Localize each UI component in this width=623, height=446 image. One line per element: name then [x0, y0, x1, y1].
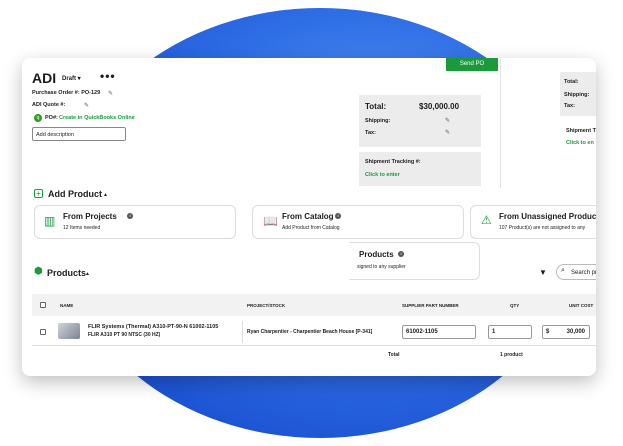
select-all-checkbox[interactable]: [40, 302, 46, 308]
qty-input[interactable]: 1: [488, 325, 532, 339]
unassigned-products-overlay[interactable]: Products i signed to any supplier: [349, 242, 480, 280]
tile-title: Products: [359, 250, 394, 259]
status-dropdown[interactable]: Draft ▾: [62, 75, 81, 82]
column-header-qty: QTY: [510, 303, 520, 308]
column-header-unit-cost: UNIT COST: [569, 303, 594, 308]
products-title: Products: [47, 268, 87, 278]
shipping-label: Shipping:: [564, 92, 590, 98]
tax-label: Tax:: [365, 130, 376, 136]
create-in-quickbooks-link[interactable]: Create in QuickBooks Online: [59, 115, 135, 121]
column-header-name: NAME: [60, 303, 74, 308]
pencil-icon[interactable]: ✎: [84, 102, 89, 109]
divider: [500, 58, 501, 188]
chevron-up-icon[interactable]: ▲: [103, 192, 108, 198]
search-icon: ⌕: [561, 267, 565, 274]
shipment-tracking-panel-secondary: Shipment T Click to en: [560, 124, 596, 154]
tile-title: From Unassigned Products: [499, 212, 596, 221]
totals-panel: Total: $30,000.00 Shipping: ✎ Tax: ✎: [359, 95, 481, 147]
purchase-order-card: ADI Draft ▾ ••• Purchase Order #: PO-129…: [22, 58, 596, 376]
totals-panel-secondary: Total: Shipping: Tax:: [560, 72, 596, 116]
tile-subtitle: Add Product from Catalog: [282, 225, 340, 231]
total-label: Total:: [564, 79, 579, 85]
cube-icon: ⬢: [34, 266, 43, 277]
po-label: PO#:: [45, 115, 58, 121]
divider: [32, 345, 596, 346]
warning-icon: ⚠: [481, 213, 492, 227]
shipping-label: Shipping:: [365, 118, 391, 124]
total-value: $30,000.00: [419, 102, 460, 111]
book-icon: 📖: [263, 214, 278, 228]
shipment-tracking-panel: Shipment Tracking #: Click to enter: [359, 152, 481, 186]
pencil-icon[interactable]: ✎: [445, 129, 450, 136]
footer-total-label: Total: [388, 352, 400, 358]
divider: [242, 321, 243, 343]
tax-label: Tax:: [564, 103, 575, 109]
currency-symbol: $: [546, 329, 550, 335]
briefcase-icon: ▥: [44, 214, 56, 228]
pencil-icon[interactable]: ✎: [108, 90, 113, 97]
info-icon[interactable]: i: [398, 251, 404, 257]
quickbooks-icon: q: [34, 114, 42, 122]
plus-icon: +: [34, 189, 43, 198]
product-image: [58, 323, 80, 339]
page-title: ADI: [32, 70, 57, 86]
tile-from-unassigned-products[interactable]: ⚠ From Unassigned Products 107 Product(s…: [470, 205, 596, 239]
product-description: FLIR A310 PT 90 NTSC (30 HZ): [88, 332, 161, 338]
supplier-part-number-input[interactable]: 61002-1105: [402, 325, 476, 339]
description-input[interactable]: Add description: [32, 127, 126, 141]
project-stock: Ryan Charpentier - Charpentier Beach Hou…: [247, 329, 373, 335]
tile-title: From Projects: [63, 212, 117, 221]
chevron-up-icon[interactable]: ▲: [85, 271, 90, 277]
product-name[interactable]: FLIR Systems (Thermal) A310-PT-90-N 6100…: [88, 324, 218, 330]
tile-from-projects[interactable]: ▥ From Projects i 12 Items needed: [34, 205, 236, 239]
filter-icon[interactable]: ▼: [539, 268, 547, 277]
tile-subtitle: signed to any supplier: [357, 264, 406, 270]
info-icon[interactable]: i: [127, 213, 133, 219]
shipment-tracking-link[interactable]: Click to en: [566, 140, 594, 146]
more-options-icon[interactable]: •••: [100, 69, 116, 83]
column-header-part-number: SUPPLIER PART NUMBER: [402, 303, 459, 308]
tile-subtitle: 12 Items needed: [63, 225, 101, 231]
shipment-tracking-link[interactable]: Click to enter: [365, 172, 400, 178]
info-icon[interactable]: i: [335, 213, 341, 219]
tile-subtitle: 107 Product(s) are not assigned to any: [499, 225, 586, 231]
purchase-order-number: Purchase Order #: PO-129: [32, 90, 101, 96]
shipment-tracking-label: Shipment T: [566, 128, 596, 134]
adi-quote-label: ADI Quote #:: [32, 102, 66, 108]
tile-title: From Catalog: [282, 212, 334, 221]
column-header-project: PROJECT/STOCK: [247, 303, 286, 308]
table-header: NAME PROJECT/STOCK SUPPLIER PART NUMBER …: [32, 294, 596, 316]
tile-from-catalog[interactable]: 📖 From Catalog i Add Product from Catalo…: [252, 205, 464, 239]
pencil-icon[interactable]: ✎: [445, 117, 450, 124]
unit-cost-input[interactable]: $ 30,000: [542, 325, 590, 339]
row-checkbox[interactable]: [40, 329, 46, 335]
shipment-tracking-label: Shipment Tracking #:: [365, 159, 421, 165]
footer-product-count: 1 product: [500, 352, 523, 358]
send-po-button[interactable]: Send PO: [446, 58, 498, 71]
unit-cost-value: 30,000: [566, 329, 585, 335]
add-product-title: Add Product: [48, 189, 102, 199]
total-label: Total:: [365, 102, 387, 111]
